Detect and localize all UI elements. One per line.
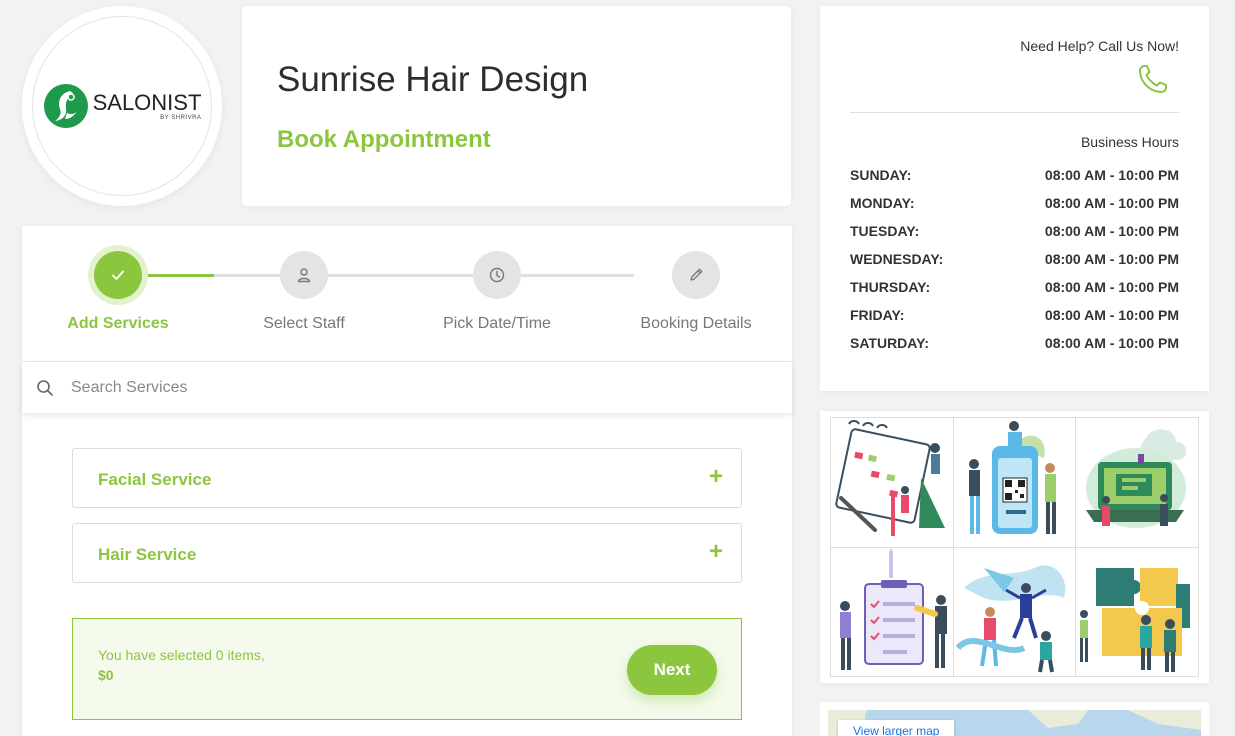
- clipboard-checklist-illustration[interactable]: [831, 547, 953, 676]
- logo-name: SALONIST: [92, 89, 202, 115]
- service-category-label: Hair Service: [98, 545, 197, 564]
- next-button[interactable]: Next: [627, 645, 717, 695]
- hours-row: THURSDAY: 08:00 AM - 10:00 PM: [850, 279, 1179, 295]
- view-larger-map-link[interactable]: View larger map: [838, 720, 955, 736]
- salonist-logo-icon: [43, 84, 88, 128]
- logo-inner-ring: SALONIST BY SHRIVRA: [32, 16, 212, 196]
- booking-card: Add Services Select Staff Pick Date/Time…: [22, 226, 792, 736]
- step-pick-date-time[interactable]: [473, 251, 521, 299]
- business-hours-title: Business Hours: [1080, 134, 1179, 150]
- hours-row: TUESDAY: 08:00 AM - 10:00 PM: [850, 223, 1179, 239]
- step-add-services[interactable]: [94, 251, 142, 299]
- selection-count-text: You have selected 0 items,: [98, 647, 265, 663]
- check-icon: [112, 270, 124, 280]
- calendar-illustration[interactable]: [831, 418, 953, 547]
- hours-day: SATURDAY:: [850, 335, 930, 351]
- hours-row: SUNDAY: 08:00 AM - 10:00 PM: [850, 167, 1179, 183]
- hours-time: 08:00 AM - 10:00 PM: [1044, 279, 1179, 295]
- business-hours-card: Need Help? Call Us Now! Business Hours S…: [820, 6, 1209, 391]
- page-title: Book Appointment: [277, 126, 491, 153]
- hours-time: 08:00 AM - 10:00 PM: [1044, 223, 1179, 239]
- hours-day: WEDNESDAY:: [850, 251, 944, 267]
- hours-day: TUESDAY:: [850, 223, 920, 239]
- hours-day: FRIDAY:: [850, 307, 905, 323]
- pencil-icon: [690, 268, 703, 281]
- hours-row: FRIDAY: 08:00 AM - 10:00 PM: [850, 307, 1179, 323]
- service-category-facial[interactable]: Facial Service +: [72, 448, 742, 508]
- step-label-select-staff[interactable]: Select Staff: [263, 315, 345, 333]
- service-category-label: Facial Service: [98, 470, 212, 489]
- selection-summary: You have selected 0 items, $0 Next: [72, 618, 742, 720]
- gallery-card: [820, 411, 1209, 683]
- phone-icon[interactable]: [1136, 62, 1170, 96]
- gallery-grid: [830, 417, 1199, 677]
- hours-row: SATURDAY: 08:00 AM - 10:00 PM: [850, 335, 1179, 351]
- hours-time: 08:00 AM - 10:00 PM: [1044, 307, 1179, 323]
- map-card: View larger map: [820, 702, 1209, 736]
- search-icon: [37, 380, 53, 396]
- cloud-laptop-illustration[interactable]: [1076, 418, 1198, 547]
- hours-time: 08:00 AM - 10:00 PM: [1044, 251, 1179, 267]
- selection-total-price: $0: [98, 667, 114, 683]
- hours-day: THURSDAY:: [850, 279, 931, 295]
- title-card: Sunrise Hair Design Book Appointment: [242, 6, 791, 206]
- qr-phone-illustration[interactable]: [953, 418, 1076, 547]
- search-input[interactable]: [71, 372, 771, 404]
- clock-icon: [489, 267, 505, 283]
- team-jumping-illustration[interactable]: [953, 547, 1076, 676]
- user-icon: [297, 268, 311, 283]
- hours-time: 08:00 AM - 10:00 PM: [1044, 195, 1179, 211]
- divider: [850, 112, 1179, 113]
- hours-time: 08:00 AM - 10:00 PM: [1044, 335, 1179, 351]
- expand-plus-icon[interactable]: +: [709, 538, 723, 566]
- hours-day: SUNDAY:: [850, 167, 912, 183]
- puzzle-team-illustration[interactable]: [1076, 547, 1198, 676]
- logo-subtitle: BY SHRIVRA: [160, 114, 202, 121]
- salonist-logo: SALONIST BY SHRIVRA: [43, 83, 202, 129]
- hours-row: WEDNESDAY: 08:00 AM - 10:00 PM: [850, 251, 1179, 267]
- step-select-staff[interactable]: [280, 251, 328, 299]
- search-bar: [22, 361, 792, 413]
- step-label-pick-date-time[interactable]: Pick Date/Time: [443, 315, 551, 333]
- step-booking-details[interactable]: [672, 251, 720, 299]
- salon-name: Sunrise Hair Design: [277, 60, 589, 99]
- step-label-booking-details[interactable]: Booking Details: [640, 315, 751, 333]
- logo-circle: SALONIST BY SHRIVRA: [22, 6, 222, 206]
- help-text: Need Help? Call Us Now!: [1020, 38, 1179, 54]
- hours-row: MONDAY: 08:00 AM - 10:00 PM: [850, 195, 1179, 211]
- step-label-add-services[interactable]: Add Services: [67, 315, 168, 333]
- expand-plus-icon[interactable]: +: [709, 463, 723, 491]
- hours-time: 08:00 AM - 10:00 PM: [1044, 167, 1179, 183]
- service-category-hair[interactable]: Hair Service +: [72, 523, 742, 583]
- hours-day: MONDAY:: [850, 195, 915, 211]
- embedded-map[interactable]: View larger map: [828, 710, 1201, 736]
